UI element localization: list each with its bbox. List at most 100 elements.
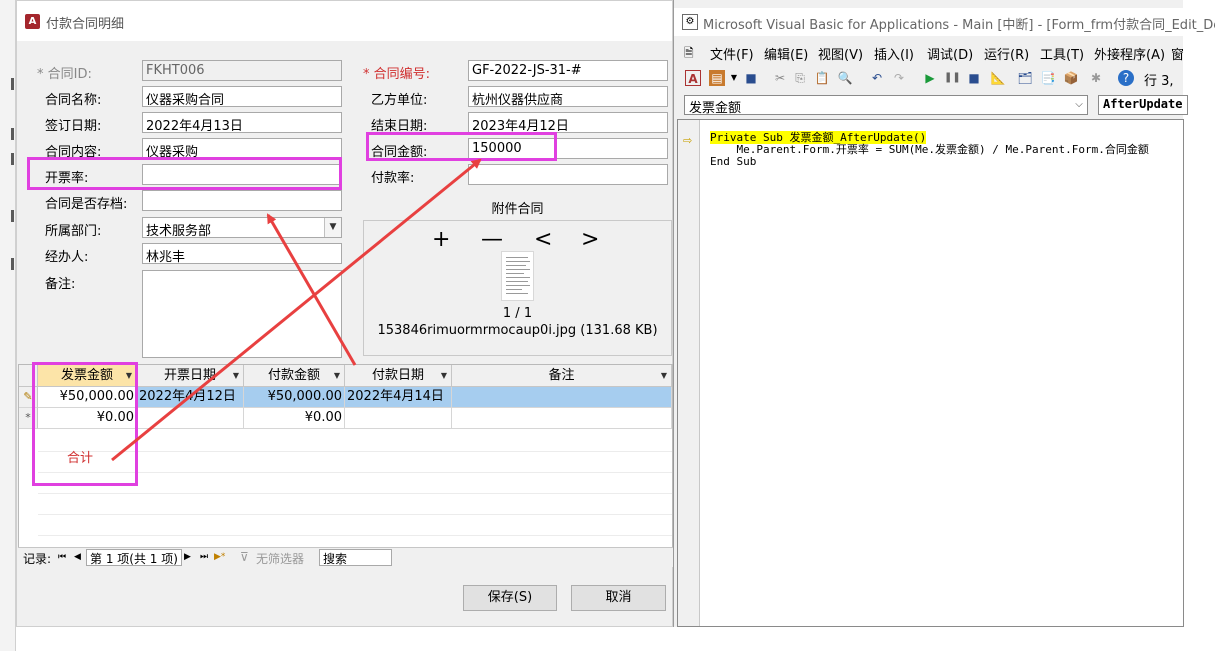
menu-window[interactable]: 窗 bbox=[1171, 44, 1184, 63]
paste-icon[interactable]: 📋 bbox=[814, 70, 830, 86]
help-icon[interactable]: ? bbox=[1118, 70, 1134, 86]
undo-icon[interactable]: ↶ bbox=[869, 70, 885, 86]
chevron-down-icon[interactable]: ▼ bbox=[233, 365, 239, 386]
cell-invoice-amount-new[interactable]: ¥0.00 bbox=[38, 408, 137, 429]
sign-date-label: 签订日期: bbox=[45, 119, 102, 134]
amount-field[interactable]: 150000 bbox=[468, 138, 668, 159]
cell-payment-amount[interactable]: ¥50,000.00 bbox=[244, 387, 345, 408]
next-record-icon[interactable]: ▶ bbox=[184, 552, 191, 562]
col-header-remark[interactable]: 备注 ▼ bbox=[452, 365, 672, 387]
select-all-corner[interactable] bbox=[19, 365, 38, 387]
menu-run[interactable]: 运行(R) bbox=[984, 44, 1029, 63]
new-record-icon[interactable]: ▶* bbox=[214, 552, 225, 562]
find-icon[interactable]: 🔍 bbox=[837, 70, 853, 86]
row-selector-editing[interactable]: ✎ bbox=[19, 387, 38, 408]
chevron-down-icon[interactable]: ⌵ bbox=[1071, 96, 1087, 114]
stop-icon[interactable]: ■ bbox=[966, 70, 982, 86]
code-window-icon[interactable]: 🗎 bbox=[684, 44, 694, 65]
code-gutter[interactable]: ⇨ bbox=[678, 120, 700, 626]
properties-icon[interactable]: 📑 bbox=[1040, 70, 1056, 86]
cell-payment-date-new[interactable] bbox=[345, 408, 452, 429]
cancel-button[interactable]: 取消 bbox=[571, 585, 666, 611]
filter-icon[interactable]: ⊽ bbox=[240, 550, 249, 564]
party-b-field[interactable]: 杭州仪器供应商 bbox=[468, 86, 668, 107]
vba-toolbar: A ▤ ▼ ■ ✂ ⎘ 📋 🔍 ↶ ↷ ▶ ❚❚ ■ 📐 🗂 📑 📦 ✱ ? 行… bbox=[674, 66, 1183, 91]
col-header-payment-date[interactable]: 付款日期 ▼ bbox=[345, 365, 452, 387]
redo-icon[interactable]: ↷ bbox=[891, 70, 907, 86]
procedure-combo[interactable]: AfterUpdate bbox=[1098, 95, 1188, 115]
design-mode-icon[interactable]: 📐 bbox=[990, 70, 1006, 86]
cell-invoice-date[interactable]: 2022年4月12日 bbox=[137, 387, 244, 408]
next-attachment-icon[interactable]: > bbox=[581, 227, 599, 252]
menu-view[interactable]: 视图(V) bbox=[818, 44, 863, 63]
contract-name-field[interactable]: 仪器采购合同 bbox=[142, 86, 342, 107]
prev-record-icon[interactable]: ◀ bbox=[74, 552, 81, 562]
code-editor[interactable]: ⇨ Private Sub 发票金额_AfterUpdate() Me.Pare… bbox=[677, 119, 1184, 627]
cell-payment-date[interactable]: 2022年4月14日 bbox=[345, 387, 452, 408]
cell-invoice-amount[interactable]: ¥50,000.00 bbox=[38, 387, 137, 408]
chevron-down-icon[interactable]: ▼ bbox=[441, 365, 447, 386]
cell-invoice-date-new[interactable] bbox=[137, 408, 244, 429]
content-field[interactable]: 仪器采购 bbox=[142, 138, 342, 159]
attachment-page: 1 / 1 bbox=[502, 306, 533, 321]
contract-no-field[interactable]: GF-2022-JS-31-# bbox=[468, 60, 668, 81]
prev-attachment-icon[interactable]: < bbox=[534, 227, 552, 252]
menu-file[interactable]: 文件(F) bbox=[710, 44, 754, 63]
row-selector-new[interactable]: * bbox=[19, 408, 38, 429]
record-position[interactable]: 第 1 项(共 1 项) bbox=[86, 549, 182, 566]
attachment-thumbnail[interactable] bbox=[501, 251, 534, 301]
first-record-icon[interactable]: ⏮ bbox=[58, 552, 66, 562]
copy-icon[interactable]: ⎘ bbox=[792, 70, 808, 86]
chevron-down-icon[interactable]: ▼ bbox=[726, 70, 742, 86]
menu-tools[interactable]: 工具(T) bbox=[1040, 44, 1084, 63]
chevron-down-icon[interactable]: ▼ bbox=[126, 365, 132, 386]
toolbox-icon[interactable]: ✱ bbox=[1088, 70, 1104, 86]
object-combo[interactable]: 发票金额 ⌵ bbox=[684, 95, 1088, 115]
pause-icon[interactable]: ❚❚ bbox=[944, 70, 961, 86]
run-icon[interactable]: ▶ bbox=[922, 70, 938, 86]
cell-remark[interactable] bbox=[452, 387, 672, 408]
menu-edit[interactable]: 编辑(E) bbox=[764, 44, 808, 63]
last-record-icon[interactable]: ⏭ bbox=[200, 552, 208, 562]
view-access-icon[interactable]: A bbox=[685, 70, 701, 86]
cut-icon[interactable]: ✂ bbox=[772, 70, 788, 86]
save-icon[interactable]: ■ bbox=[743, 70, 759, 86]
chevron-down-icon[interactable]: ▼ bbox=[324, 218, 341, 237]
menu-insert[interactable]: 插入(I) bbox=[874, 44, 914, 63]
cell-payment-amount-new[interactable]: ¥0.00 bbox=[244, 408, 345, 429]
menu-debug[interactable]: 调试(D) bbox=[927, 44, 973, 63]
form-title-bar: A 付款合同明细 bbox=[17, 1, 672, 41]
col-header-payment-amount[interactable]: 付款金额 ▼ bbox=[244, 365, 345, 387]
handler-label: 经办人: bbox=[45, 250, 89, 265]
project-explorer-icon[interactable]: 🗂 bbox=[1017, 70, 1033, 86]
chevron-down-icon[interactable]: ▼ bbox=[661, 365, 667, 386]
no-filter-label[interactable]: 无筛选器 bbox=[256, 550, 304, 567]
pay-rate-label: 付款率: bbox=[371, 171, 415, 186]
archived-field[interactable] bbox=[142, 190, 342, 211]
dept-combo[interactable]: 技术服务部 ▼ bbox=[142, 217, 342, 238]
search-input[interactable]: 搜索 bbox=[319, 549, 392, 566]
party-b-label: 乙方单位: bbox=[371, 93, 428, 108]
remark-field[interactable] bbox=[142, 270, 342, 358]
contract-id-field[interactable]: FKHT006 bbox=[142, 60, 342, 81]
save-button[interactable]: 保存(S) bbox=[463, 585, 557, 611]
col-header-invoice-amount[interactable]: 发票金额 ▼ bbox=[38, 365, 137, 387]
insert-module-icon[interactable]: ▤ bbox=[709, 70, 725, 86]
contract-name-label: 合同名称: bbox=[45, 93, 102, 108]
archived-label: 合同是否存档: bbox=[45, 197, 128, 212]
remove-attachment-icon[interactable]: — bbox=[481, 227, 503, 252]
sign-date-field[interactable]: 2022年4月13日 bbox=[142, 112, 342, 133]
pay-rate-field[interactable] bbox=[468, 164, 668, 185]
add-attachment-icon[interactable]: + bbox=[432, 227, 450, 252]
object-browser-icon[interactable]: 📦 bbox=[1063, 70, 1079, 86]
vba-editor-window: ⚙ Microsoft Visual Basic for Application… bbox=[673, 0, 1215, 627]
invoice-rate-field[interactable] bbox=[142, 164, 342, 185]
handler-field[interactable]: 林兆丰 bbox=[142, 243, 342, 264]
contract-id-label: * 合同ID: bbox=[37, 67, 92, 82]
menu-addins[interactable]: 外接程序(A) bbox=[1094, 44, 1165, 63]
chevron-down-icon[interactable]: ▼ bbox=[334, 365, 340, 386]
end-date-field[interactable]: 2023年4月12日 bbox=[468, 112, 668, 133]
code-text[interactable]: Private Sub 发票金额_AfterUpdate() Me.Parent… bbox=[710, 131, 1149, 168]
col-header-invoice-date[interactable]: 开票日期 ▼ bbox=[137, 365, 244, 387]
cell-remark-new[interactable] bbox=[452, 408, 672, 429]
